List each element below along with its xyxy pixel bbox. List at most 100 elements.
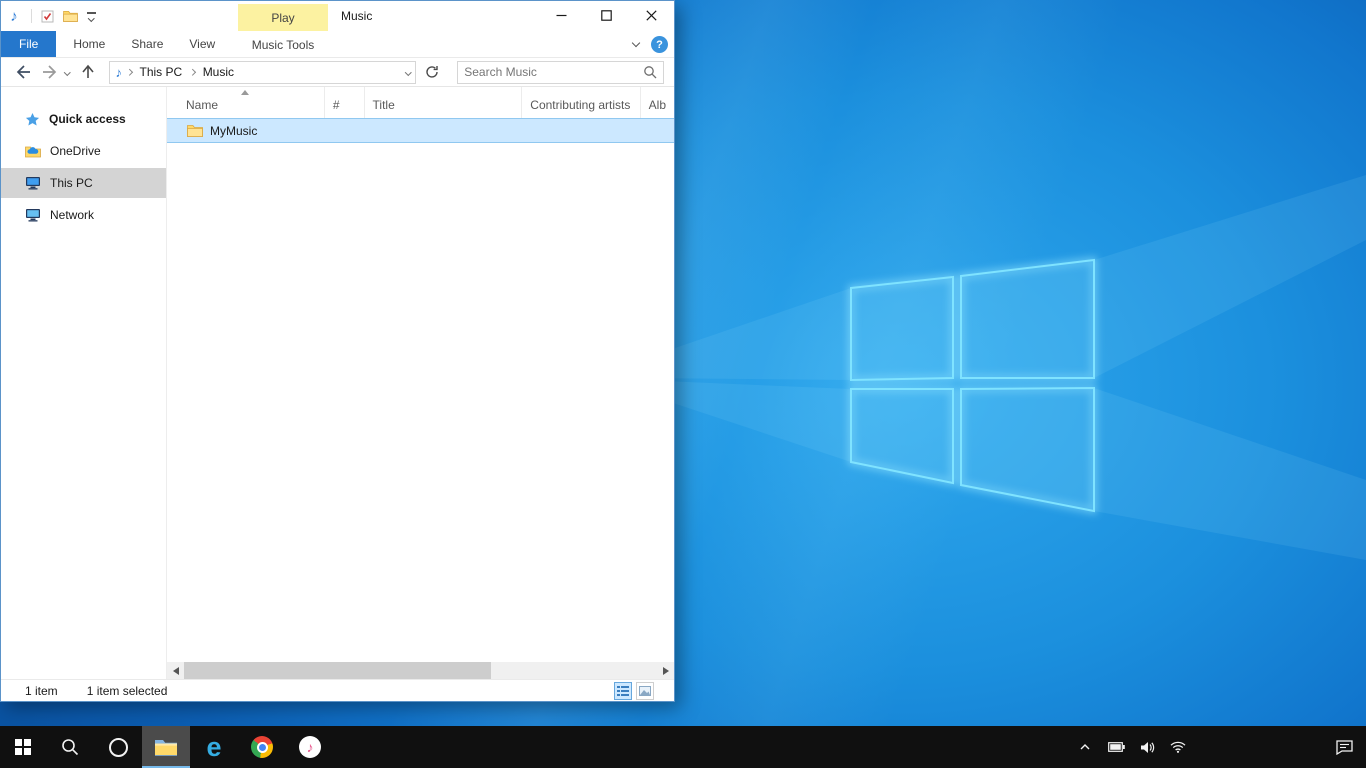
scroll-right-button[interactable]: [657, 662, 674, 679]
file-explorer-window: ♪ Play Music: [0, 0, 675, 702]
column-header-number[interactable]: #: [325, 87, 365, 118]
taskbar: e ♪: [0, 726, 1366, 768]
scroll-left-button[interactable]: [167, 662, 184, 679]
chevron-down-icon: [64, 69, 70, 75]
sidebar-item-label: Quick access: [49, 112, 126, 126]
scrollbar-track[interactable]: [184, 662, 657, 679]
address-history-dropdown-icon[interactable]: [405, 69, 411, 75]
column-header-label: Contributing artists: [530, 98, 630, 112]
speaker-icon: [1140, 741, 1155, 754]
address-location-icon: ♪: [116, 65, 123, 80]
cortana-button[interactable]: [94, 726, 142, 768]
item-count: 1 item: [25, 684, 58, 698]
sidebar-item-this-pc[interactable]: This PC: [1, 168, 166, 198]
sidebar-item-quick-access[interactable]: Quick access: [1, 104, 166, 134]
navigation-bar: ♪ This PC Music: [1, 58, 674, 87]
column-header-album[interactable]: Alb: [641, 87, 674, 118]
wifi-icon: [1170, 741, 1186, 753]
breadcrumb-chevron-icon[interactable]: [189, 69, 195, 75]
breadcrumb-music[interactable]: Music: [200, 65, 237, 79]
column-header-label: Alb: [649, 98, 666, 112]
explorer-body: Quick access OneDrive This PC Network: [1, 87, 674, 679]
expand-ribbon-chevron-icon[interactable]: [632, 39, 640, 47]
address-root-chevron-icon[interactable]: [126, 69, 132, 75]
address-bar[interactable]: ♪ This PC Music: [109, 61, 416, 84]
file-list-pane: Name # Title Contributing artists Alb: [167, 87, 674, 679]
star-icon: [25, 112, 40, 127]
search-input[interactable]: [464, 65, 643, 79]
action-center-icon: [1336, 740, 1353, 755]
chrome-taskbar-button[interactable]: [238, 726, 286, 768]
window-controls: [539, 1, 674, 31]
minimize-button[interactable]: [539, 1, 584, 30]
desktop: ♪ Play Music: [0, 0, 1366, 768]
recent-locations-dropdown[interactable]: [65, 70, 70, 75]
status-bar: 1 item 1 item selected: [1, 679, 674, 701]
file-explorer-taskbar-button[interactable]: [142, 726, 190, 768]
itunes-taskbar-button[interactable]: ♪: [286, 726, 334, 768]
internet-explorer-taskbar-button[interactable]: e: [190, 726, 238, 768]
up-button[interactable]: [80, 64, 96, 80]
column-header-contributing-artists[interactable]: Contributing artists: [522, 87, 640, 118]
search-icon: [61, 738, 79, 756]
quick-access-toolbar: [31, 9, 96, 23]
selected-count: 1 item selected: [87, 684, 168, 698]
new-folder-button[interactable]: [63, 10, 78, 22]
sidebar-item-network[interactable]: Network: [1, 200, 166, 230]
horizontal-scrollbar[interactable]: [167, 662, 674, 679]
start-button[interactable]: [0, 726, 46, 768]
ribbon-tab-row: File Home Share View Music Tools ?: [1, 31, 674, 58]
scrollbar-thumb[interactable]: [184, 662, 491, 679]
qat-dropdown-bar: [87, 12, 96, 14]
details-view-button[interactable]: [614, 682, 632, 700]
large-icons-view-button[interactable]: [636, 682, 654, 700]
file-row-mymusic[interactable]: MyMusic: [167, 118, 674, 143]
internet-explorer-icon: e: [206, 734, 221, 761]
taskbar-search-button[interactable]: [46, 726, 94, 768]
back-button[interactable]: [15, 64, 33, 80]
sidebar-item-label: This PC: [50, 176, 93, 190]
forward-button[interactable]: [40, 64, 58, 80]
refresh-button[interactable]: [423, 61, 443, 84]
column-header-name[interactable]: Name: [167, 87, 325, 118]
volume-tray-button[interactable]: [1135, 726, 1159, 768]
file-explorer-icon: [154, 738, 178, 757]
titlebar: ♪ Play Music: [1, 1, 674, 31]
maximize-button[interactable]: [584, 1, 629, 30]
breadcrumb-this-pc[interactable]: This PC: [137, 65, 186, 79]
file-name: MyMusic: [210, 124, 257, 138]
tab-music-tools[interactable]: Music Tools: [238, 31, 328, 58]
tab-file[interactable]: File: [1, 31, 56, 57]
search-box: [457, 61, 664, 84]
column-headers: Name # Title Contributing artists Alb: [167, 87, 674, 118]
customize-qat-dropdown[interactable]: [87, 12, 96, 20]
sidebar-item-label: OneDrive: [50, 144, 101, 158]
windows-start-icon: [15, 739, 31, 755]
tab-view[interactable]: View: [176, 31, 228, 57]
search-icon[interactable]: [643, 65, 657, 79]
column-header-label: Name: [186, 98, 218, 112]
column-header-label: Title: [373, 98, 395, 112]
tab-home[interactable]: Home: [60, 31, 118, 57]
cortana-icon: [109, 738, 128, 757]
music-note-icon[interactable]: ♪: [1, 8, 27, 25]
battery-tray-button[interactable]: [1104, 726, 1128, 768]
help-button[interactable]: ?: [651, 36, 668, 53]
qat-separator: [31, 9, 32, 23]
properties-button[interactable]: [41, 10, 54, 23]
show-hidden-icons-button[interactable]: [1073, 726, 1097, 768]
onedrive-icon: [25, 144, 41, 158]
sidebar-item-onedrive[interactable]: OneDrive: [1, 136, 166, 166]
column-header-title[interactable]: Title: [365, 87, 523, 118]
contextual-tab-play[interactable]: Play: [238, 4, 328, 31]
ribbon-right-controls: ?: [633, 31, 668, 58]
navigation-pane: Quick access OneDrive This PC Network: [1, 87, 167, 679]
window-title: Music: [341, 1, 372, 31]
chevron-down-icon: [88, 15, 94, 21]
sort-ascending-icon: [241, 90, 249, 95]
tab-share[interactable]: Share: [118, 31, 176, 57]
close-button[interactable]: [629, 1, 674, 30]
network-tray-button[interactable]: [1166, 726, 1190, 768]
action-center-button[interactable]: [1322, 726, 1366, 768]
itunes-icon: ♪: [299, 736, 321, 758]
